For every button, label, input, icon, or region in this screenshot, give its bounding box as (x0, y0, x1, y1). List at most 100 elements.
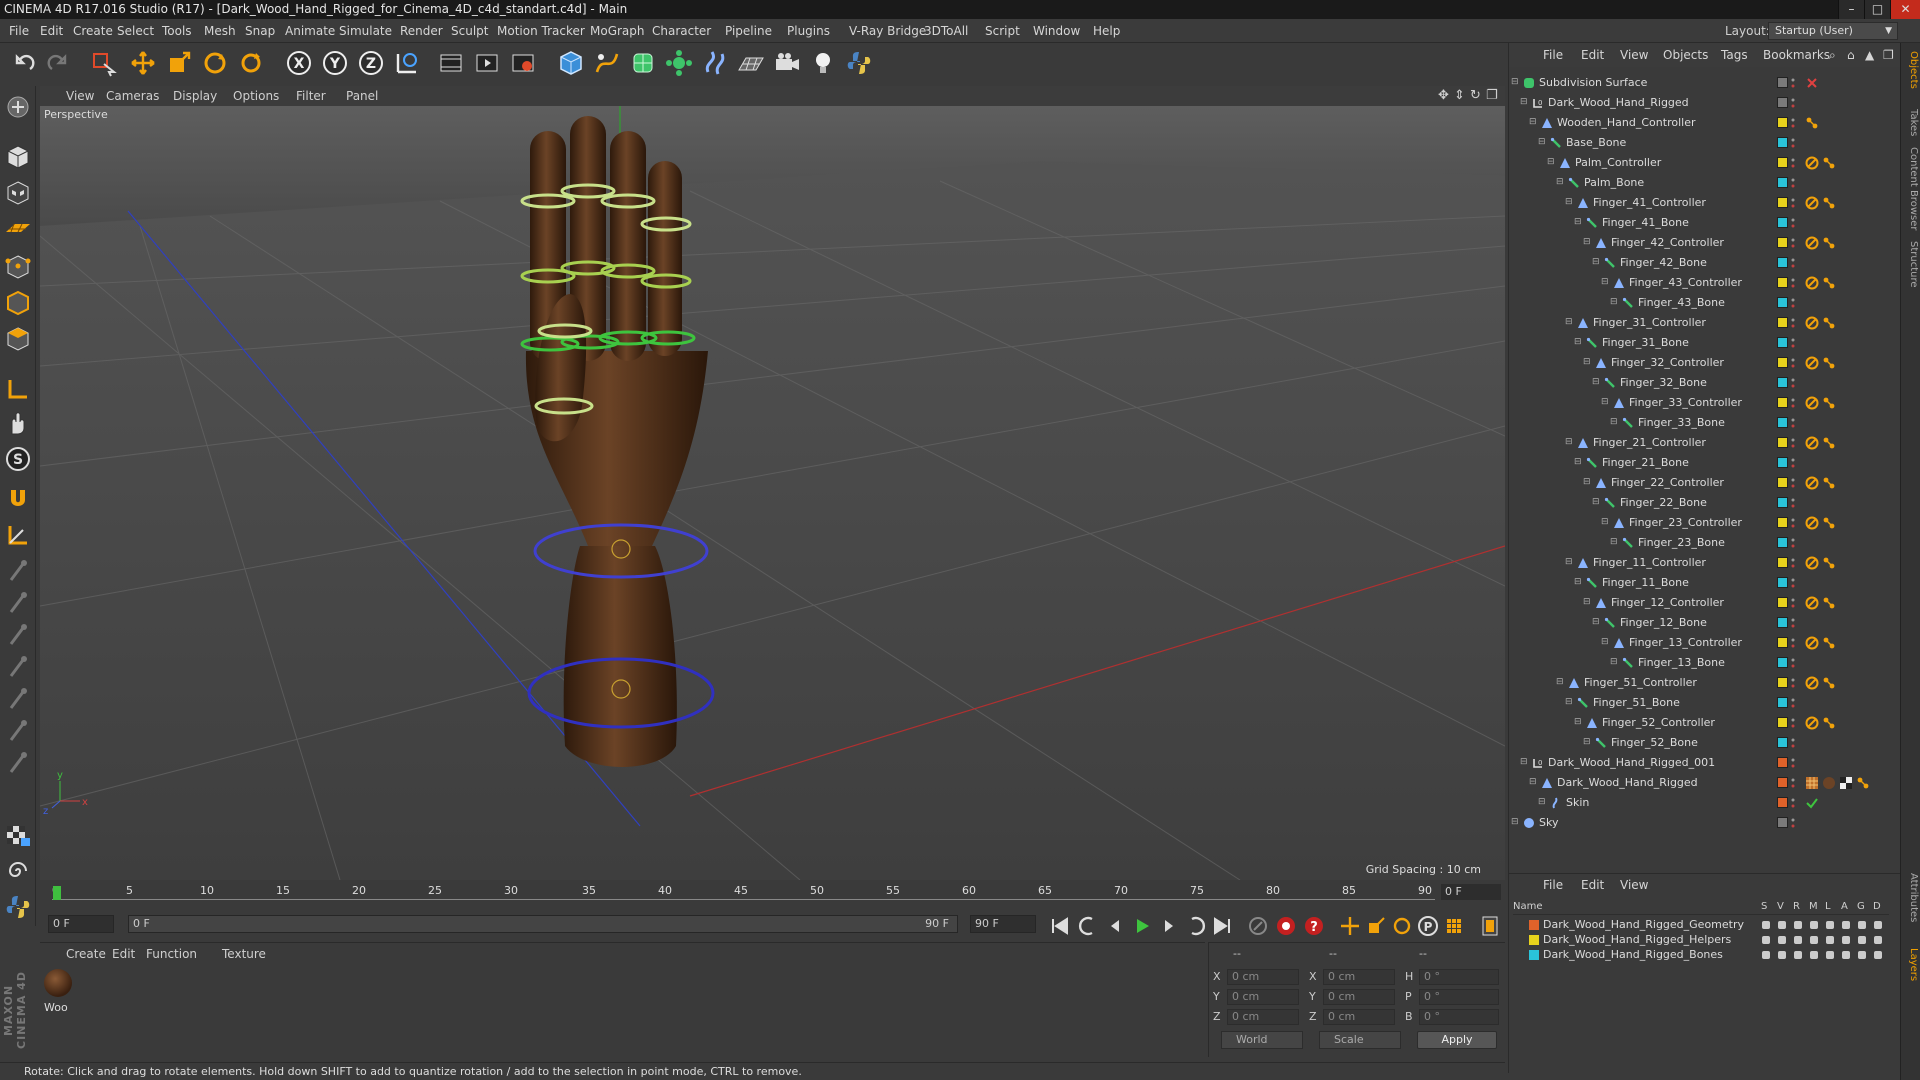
layers-menu-file[interactable]: File (1543, 878, 1563, 892)
visibility-dots-icon[interactable] (1791, 397, 1795, 409)
objects-menu-objects[interactable]: Objects (1663, 43, 1708, 67)
playhead-marker[interactable] (53, 886, 61, 900)
menu-pipeline[interactable]: Pipeline (725, 19, 772, 43)
recent-tool-icon[interactable] (236, 48, 266, 78)
goto-start-icon[interactable] (1048, 914, 1072, 938)
goto-end-icon[interactable] (1210, 914, 1234, 938)
motion-record-icon[interactable] (1246, 914, 1270, 938)
object-row[interactable]: ⊟ Finger_32_Controller (1509, 354, 1901, 374)
protect-tag-icon[interactable] (1805, 556, 1819, 570)
object-row[interactable]: ⊟ Finger_22_Bone (1509, 494, 1901, 514)
layer-color-swatch[interactable] (1777, 597, 1788, 608)
object-name[interactable]: Finger_41_Bone (1602, 216, 1689, 229)
layer-color-swatch[interactable] (1777, 77, 1788, 88)
expand-toggle-icon[interactable]: ⊟ (1592, 257, 1604, 269)
layer-color-swatch[interactable] (1777, 197, 1788, 208)
play-icon[interactable] (1130, 914, 1154, 938)
object-row[interactable]: ⊟ Finger_42_Bone (1509, 254, 1901, 274)
layer-toggle-icon[interactable] (1842, 936, 1850, 944)
menu-tools[interactable]: Tools (162, 19, 192, 43)
scale-icon[interactable] (164, 48, 194, 78)
x-axis-icon[interactable]: X (284, 48, 314, 78)
menu-help[interactable]: Help (1093, 19, 1120, 43)
layer-color-swatch[interactable] (1777, 357, 1788, 368)
object-name[interactable]: Finger_22_Controller (1611, 476, 1724, 489)
expand-toggle-icon[interactable]: ⊟ (1610, 417, 1622, 429)
rotation-h-field[interactable]: 0 ° (1419, 969, 1499, 985)
object-name[interactable]: Finger_52_Bone (1611, 736, 1698, 749)
expand-toggle-icon[interactable]: ⊟ (1574, 217, 1586, 229)
expand-toggle-icon[interactable]: ⊟ (1601, 637, 1613, 649)
object-row[interactable]: ⊟ Finger_51_Bone (1509, 694, 1901, 714)
layer-color-swatch[interactable] (1777, 157, 1788, 168)
layer-color-swatch[interactable] (1777, 237, 1788, 248)
protect-tag-icon[interactable] (1805, 316, 1819, 330)
visibility-dots-icon[interactable] (1791, 757, 1795, 769)
material-label[interactable]: Woo (44, 1001, 68, 1014)
cube-icon[interactable] (556, 48, 586, 78)
object-row[interactable]: ⊟ Finger_13_Bone (1509, 654, 1901, 674)
polygons-mode-icon[interactable] (3, 324, 33, 354)
layer-toggle-icon[interactable] (1842, 951, 1850, 959)
visibility-dots-icon[interactable] (1791, 557, 1795, 569)
expand-toggle-icon[interactable]: ⊟ (1592, 377, 1604, 389)
object-row[interactable]: ⊟ Finger_51_Controller (1509, 674, 1901, 694)
menu-snap[interactable]: Snap (245, 19, 275, 43)
layer-color-swatch[interactable] (1529, 935, 1539, 945)
layer-color-swatch[interactable] (1777, 137, 1788, 148)
ik-tag-icon[interactable] (1822, 156, 1836, 170)
visibility-dots-icon[interactable] (1791, 97, 1795, 109)
render-settings-icon[interactable] (508, 48, 538, 78)
viewport-canvas[interactable]: y x z Perspective Grid Spacing : 10 cm (40, 106, 1505, 880)
checker-tag-icon[interactable] (1839, 776, 1853, 790)
object-name[interactable]: Sky (1539, 816, 1558, 829)
expand-toggle-icon[interactable]: ⊟ (1565, 197, 1577, 209)
spiral-icon[interactable] (3, 856, 33, 886)
expand-toggle-icon[interactable]: ⊟ (1574, 457, 1586, 469)
menu-script[interactable]: Script (985, 19, 1020, 43)
expand-toggle-icon[interactable]: ⊟ (1574, 337, 1586, 349)
layer-color-swatch[interactable] (1777, 477, 1788, 488)
subdivision-icon[interactable] (628, 48, 658, 78)
rotation-b-field[interactable]: 0 ° (1419, 1009, 1499, 1025)
visibility-dots-icon[interactable] (1791, 637, 1795, 649)
ik-tag-icon[interactable] (1822, 356, 1836, 370)
object-row[interactable]: ⊟ Finger_42_Controller (1509, 234, 1901, 254)
object-name[interactable]: Finger_33_Controller (1629, 396, 1742, 409)
menu-3dtoall[interactable]: 3DToAll (924, 19, 968, 43)
menu-vray-bridge[interactable]: V-Ray Bridge (849, 19, 926, 43)
pen-spline-icon[interactable] (592, 48, 622, 78)
object-row[interactable]: ⊟ Finger_33_Bone (1509, 414, 1901, 434)
object-name[interactable]: Dark_Wood_Hand_Rigged (1548, 96, 1689, 109)
layer-color-swatch[interactable] (1777, 317, 1788, 328)
ik-tag-icon[interactable] (1822, 476, 1836, 490)
object-name[interactable]: Dark_Wood_Hand_Rigged (1557, 776, 1698, 789)
minimize-button[interactable]: – (1838, 0, 1864, 19)
protect-tag-icon[interactable] (1805, 476, 1819, 490)
autokey-icon[interactable]: ? (1302, 914, 1326, 938)
visibility-dots-icon[interactable] (1791, 237, 1795, 249)
expand-toggle-icon[interactable]: ⊟ (1610, 537, 1622, 549)
preview-range-slider[interactable]: 0 F 90 F (128, 915, 958, 933)
object-row[interactable]: ⊟ Wooden_Hand_Controller (1509, 114, 1901, 134)
ik-tag-icon[interactable] (1822, 396, 1836, 410)
next-key-icon[interactable] (1184, 914, 1208, 938)
layer-toggle-icon[interactable] (1826, 951, 1834, 959)
object-row[interactable]: ⊟ 0 Dark_Wood_Hand_Rigged (1509, 94, 1901, 114)
magnet-icon[interactable] (3, 484, 33, 514)
coordinate-mode-dropdown[interactable]: World (1221, 1031, 1303, 1049)
layer-name[interactable]: Dark_Wood_Hand_Rigged_Helpers (1543, 933, 1731, 946)
record-icon[interactable] (1274, 914, 1298, 938)
ik-tag-icon[interactable] (1822, 276, 1836, 290)
layer-name[interactable]: Dark_Wood_Hand_Rigged_Bones (1543, 948, 1723, 961)
ik-tag-icon[interactable] (1822, 516, 1836, 530)
floor-icon[interactable] (736, 48, 766, 78)
visibility-dots-icon[interactable] (1791, 177, 1795, 189)
ik-tag-icon[interactable] (1822, 316, 1836, 330)
object-name[interactable]: Finger_13_Bone (1638, 656, 1725, 669)
key-param-icon[interactable]: P (1416, 914, 1440, 938)
visibility-dots-icon[interactable] (1791, 217, 1795, 229)
expand-toggle-icon[interactable]: ⊟ (1511, 817, 1523, 829)
visibility-dots-icon[interactable] (1791, 277, 1795, 289)
visibility-dots-icon[interactable] (1791, 497, 1795, 509)
